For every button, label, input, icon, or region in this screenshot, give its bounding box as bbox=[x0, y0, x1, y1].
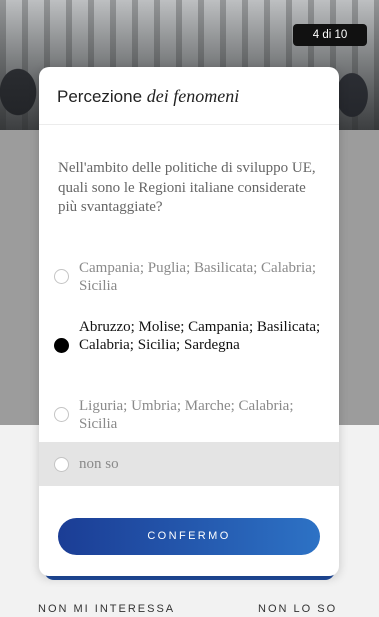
confirm-button[interactable]: CONFERMO bbox=[58, 518, 320, 555]
modal-title: Percezione dei fenomeni bbox=[39, 67, 339, 125]
question-text: Nell'ambito delle politiche di sviluppo … bbox=[58, 160, 316, 215]
answer-option-label: Liguria; Umbria; Marche; Calabria; Sicil… bbox=[79, 398, 294, 432]
radio-button-selected[interactable] bbox=[54, 338, 69, 353]
modal-title-italic: dei fenomeni bbox=[146, 86, 240, 106]
radio-button[interactable] bbox=[54, 457, 69, 472]
radio-button[interactable] bbox=[54, 407, 69, 422]
answer-option-label: Abruzzo; Molise; Campania; Basilicata; C… bbox=[79, 319, 321, 353]
answer-option-3[interactable]: Liguria; Umbria; Marche; Calabria; Sicil… bbox=[39, 397, 339, 437]
radio-button[interactable] bbox=[54, 269, 69, 284]
question-modal: Percezione dei fenomeni Nell'ambito dell… bbox=[39, 67, 339, 576]
question-counter: 4 di 10 bbox=[293, 24, 367, 46]
modal-title-plain: Percezione bbox=[57, 87, 143, 106]
answer-option-label: non so bbox=[79, 456, 119, 472]
answer-option-1[interactable]: Campania; Puglia; Basilicata; Calabria; … bbox=[39, 259, 339, 299]
answer-option-label: Campania; Puglia; Basilicata; Calabria; … bbox=[79, 260, 317, 294]
answer-option-dont-know[interactable]: non so bbox=[39, 442, 339, 486]
answer-option-2[interactable]: Abruzzo; Molise; Campania; Basilicata; C… bbox=[39, 318, 339, 378]
dont-know-link[interactable]: NON LO SO bbox=[258, 603, 337, 615]
not-interested-link[interactable]: NON MI INTERESSA bbox=[38, 603, 175, 615]
